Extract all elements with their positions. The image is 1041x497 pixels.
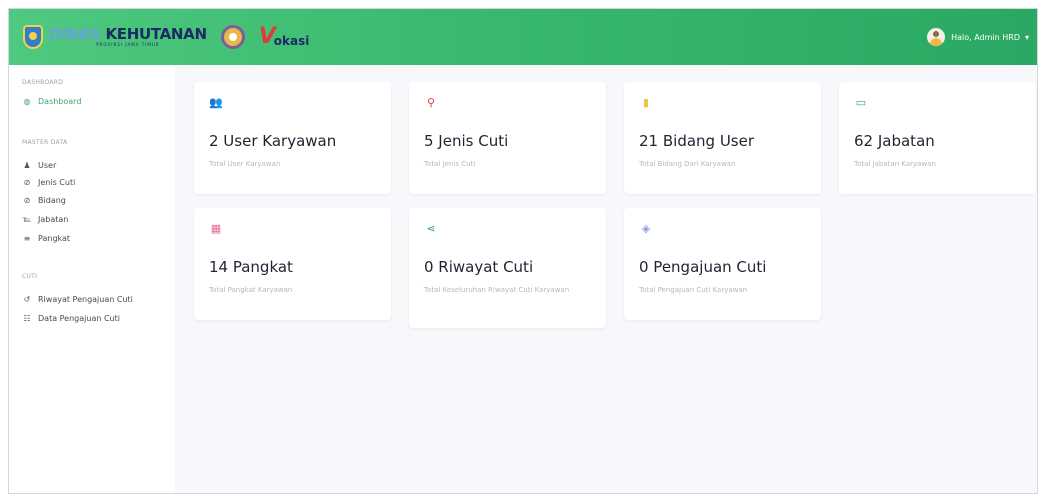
stat-card-pangkat[interactable]: ▦ 14 Pangkat Total Pangkat Karyawan xyxy=(194,208,391,320)
seal-logo-icon xyxy=(220,25,245,49)
sidebar-heading-dashboard: DASHBOARD xyxy=(22,79,64,86)
menu-icon: ≡ xyxy=(23,233,31,243)
share-icon: ⋖ xyxy=(426,222,436,235)
stat-value: 14 Pangkat xyxy=(209,258,293,276)
user-greeting: Halo, Admin HRD xyxy=(951,32,1020,42)
user-icon: ♟ xyxy=(23,160,31,170)
stat-card-bidang-user[interactable]: ▮ 21 Bidang User Total Bidang Dari Karya… xyxy=(624,82,821,194)
brand-name: DINAS KEHUTANAN PROVINSI JAWA TIMUR xyxy=(49,27,207,47)
stat-description: Total Jenis Cuti xyxy=(424,160,476,168)
paperclip-icon: ⊘ xyxy=(23,177,31,187)
stat-description: Total Pangkat Karyawan xyxy=(209,286,293,294)
top-navbar: DINAS KEHUTANAN PROVINSI JAWA TIMUR V ok… xyxy=(9,9,1037,65)
sidebar-item-jenis-cuti[interactable]: ⊘ Jenis Cuti xyxy=(22,175,76,189)
sidebar-item-label: Data Pengajuan Cuti xyxy=(38,313,120,323)
stat-description: Total Pengajuan Cuti Karyawan xyxy=(639,286,748,294)
sidebar-item-label: Riwayat Pengajuan Cuti xyxy=(38,294,133,304)
sidebar-item-jabatan[interactable]: ℡ Jabatan xyxy=(22,212,69,226)
brand-logo-group[interactable]: DINAS KEHUTANAN PROVINSI JAWA TIMUR V ok… xyxy=(23,23,309,51)
dashboard-icon: ◍ xyxy=(23,96,31,106)
stat-card-jabatan[interactable]: ▭ 62 Jabatan Total Jabatan Karyawan xyxy=(839,82,1036,194)
province-crest-icon xyxy=(23,25,43,49)
sidebar: DASHBOARD ◍ Dashboard MASTER DATA ♟ User… xyxy=(9,65,175,493)
clipboard-icon: ▮ xyxy=(642,96,650,109)
stat-value: 0 Riwayat Cuti xyxy=(424,258,534,276)
stat-description: Total Jabatan Karyawan xyxy=(854,160,936,168)
history-icon: ↺ xyxy=(23,294,31,304)
sidebar-heading-cuti: CUTI xyxy=(22,273,38,280)
brand-subtitle: PROVINSI JAWA TIMUR xyxy=(96,42,160,47)
tags-icon: ◈ xyxy=(641,222,651,235)
list-icon: ☷ xyxy=(23,313,31,323)
users-icon: 👥 xyxy=(209,96,223,109)
sidebar-item-data-pengajuan-cuti[interactable]: ☷ Data Pengajuan Cuti xyxy=(22,311,120,325)
stat-value: 2 User Karyawan xyxy=(209,132,337,150)
vokasi-logo: V okasi xyxy=(258,24,310,49)
stat-card-pengajuan-cuti[interactable]: ◈ 0 Pengajuan Cuti Total Pengajuan Cuti … xyxy=(624,208,821,320)
stat-value: 0 Pengajuan Cuti xyxy=(639,258,767,276)
chevron-down-icon: ▾ xyxy=(1024,32,1029,42)
user-menu[interactable]: Halo, Admin HRD ▾ xyxy=(927,28,1029,46)
sidebar-item-label: Jabatan xyxy=(38,214,69,224)
avatar xyxy=(927,28,946,46)
sidebar-item-pangkat[interactable]: ≡ Pangkat xyxy=(22,231,70,245)
stat-card-user-karyawan[interactable]: 👥 2 User Karyawan Total User Karyawan xyxy=(194,82,391,194)
sidebar-item-label: Bidang xyxy=(38,195,66,205)
sidebar-item-label: Pangkat xyxy=(38,233,71,243)
calendar-icon: ▦ xyxy=(210,222,222,235)
sidebar-item-label: Dashboard xyxy=(38,96,82,106)
stat-value: 5 Jenis Cuti xyxy=(424,132,509,150)
id-card-icon: ℡ xyxy=(22,214,32,224)
sidebar-item-bidang[interactable]: ⊘ Bidang xyxy=(22,193,66,207)
stat-description: Total Bidang Dari Karyawan xyxy=(639,160,736,168)
stat-value: 62 Jabatan xyxy=(854,132,935,150)
sidebar-item-riwayat-pengajuan-cuti[interactable]: ↺ Riwayat Pengajuan Cuti xyxy=(22,292,133,306)
stat-description: Total User Karyawan xyxy=(209,160,281,168)
sidebar-item-label: User xyxy=(38,160,57,170)
brand-word-pale: DINAS xyxy=(49,25,101,43)
paperclip-icon: ⊘ xyxy=(23,195,31,205)
id-badge-icon: ▭ xyxy=(855,96,867,109)
stat-card-jenis-cuti[interactable]: ⚲ 5 Jenis Cuti Total Jenis Cuti xyxy=(409,82,606,194)
dashboard-content: 👥 2 User Karyawan Total User Karyawan ⚲ … xyxy=(175,65,1037,493)
app-window: DINAS KEHUTANAN PROVINSI JAWA TIMUR V ok… xyxy=(8,8,1038,494)
sidebar-item-label: Jenis Cuti xyxy=(38,177,76,187)
sidebar-heading-master-data: MASTER DATA xyxy=(22,139,68,146)
stat-description: Total Keseluruhan Riwayat Cuti Karyawan xyxy=(424,286,570,294)
stat-card-riwayat-cuti[interactable]: ⋖ 0 Riwayat Cuti Total Keseluruhan Riway… xyxy=(409,208,606,328)
sitemap-icon: ⚲ xyxy=(426,96,436,109)
sidebar-item-dashboard[interactable]: ◍ Dashboard xyxy=(22,94,82,108)
stat-value: 21 Bidang User xyxy=(639,132,755,150)
sidebar-item-user[interactable]: ♟ User xyxy=(22,158,56,172)
brand-word-main: KEHUTANAN xyxy=(105,25,207,43)
